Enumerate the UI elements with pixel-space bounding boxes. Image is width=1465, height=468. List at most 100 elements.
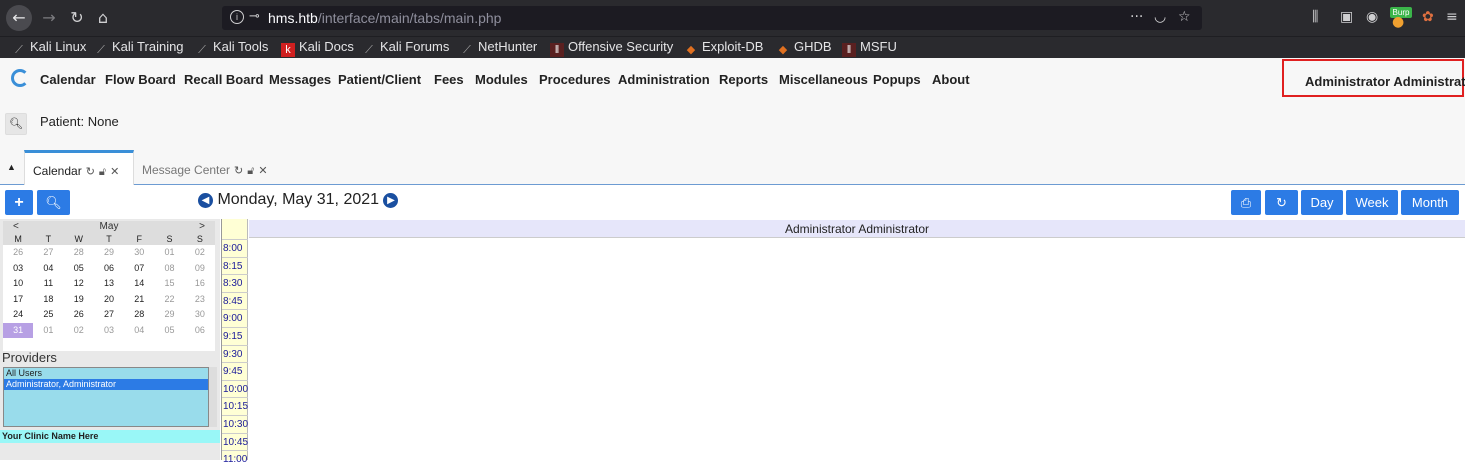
calendar-day[interactable]: 09	[185, 261, 215, 277]
bookmark-kali-forums[interactable]: ⟋ Kali Forums	[362, 39, 449, 57]
extension-icon[interactable]: ✿	[1422, 9, 1434, 25]
star-icon[interactable]: ☆	[1178, 9, 1191, 25]
calendar-day[interactable]: 31	[3, 322, 34, 338]
close-icon[interactable]: ✕	[258, 164, 267, 177]
time-slot[interactable]: 8:00	[222, 239, 248, 257]
calendar-day[interactable]: 16	[185, 276, 215, 292]
time-slot[interactable]: 8:15	[222, 256, 248, 275]
time-slot[interactable]: 10:30	[222, 415, 248, 433]
refresh-icon[interactable]: ↻	[86, 165, 95, 178]
library-icon[interactable]: ⫼	[1312, 9, 1318, 25]
calendar-day[interactable]: 06	[185, 323, 215, 339]
calendar-day[interactable]: 02	[185, 245, 215, 261]
calendar-day[interactable]: 05	[154, 323, 184, 339]
calendar-day[interactable]: 06	[94, 261, 124, 277]
bookmark-kali-tools[interactable]: ⟋ Kali Tools	[195, 39, 268, 57]
calendar-day[interactable]: 30	[124, 245, 154, 261]
patient-search-button[interactable]: 🔍︎	[5, 113, 27, 135]
print-button[interactable]: ⎙	[1231, 190, 1261, 215]
calendar-day[interactable]: 28	[64, 245, 94, 261]
time-slot[interactable]: 10:45	[222, 432, 248, 451]
time-slot[interactable]: 8:30	[222, 274, 248, 292]
close-icon[interactable]: ✕	[110, 165, 119, 178]
calendar-day[interactable]: 03	[94, 323, 124, 339]
info-icon[interactable]: i	[230, 10, 244, 24]
refresh-button[interactable]: ↻	[1265, 190, 1298, 215]
home-icon[interactable]: ⌂	[92, 7, 114, 29]
bookmark-kali-docs[interactable]: k Kali Docs	[281, 39, 354, 57]
more-icon[interactable]: ···	[1130, 9, 1143, 25]
time-slot[interactable]: 9:30	[222, 344, 248, 363]
menu-flow-board[interactable]: Flow Board	[105, 72, 176, 87]
bookmark-msfu[interactable]: ‖ MSFU	[842, 39, 897, 57]
calendar-search-button[interactable]: 🔍︎	[37, 190, 70, 215]
menu-procedures[interactable]: Procedures	[539, 72, 611, 87]
calendar-day[interactable]: 29	[154, 307, 184, 323]
calendar-day[interactable]: 11	[33, 276, 63, 292]
calendar-day[interactable]: 02	[64, 323, 94, 339]
calendar-day[interactable]: 05	[64, 261, 94, 277]
provider-option[interactable]: All Users	[4, 368, 208, 379]
time-slot[interactable]: 8:45	[222, 291, 248, 310]
hamburger-icon[interactable]: ≡	[1446, 9, 1458, 25]
provider-option[interactable]: Administrator, Administrator	[4, 379, 208, 390]
calendar-day[interactable]: 13	[94, 276, 124, 292]
tab-message-center[interactable]: Message Center ↻ 🔓︎ ✕	[142, 150, 268, 185]
calendar-day[interactable]: 30	[185, 307, 215, 323]
key-icon[interactable]: ⊸	[249, 9, 260, 24]
add-event-button[interactable]: +	[5, 190, 33, 215]
calendar-day[interactable]: 18	[33, 292, 63, 308]
menu-popups[interactable]: Popups	[873, 72, 921, 87]
providers-scrollbar[interactable]	[209, 367, 217, 427]
refresh-icon[interactable]: ↻	[234, 164, 243, 177]
calendar-day[interactable]: 27	[94, 307, 124, 323]
calendar-day[interactable]: 03	[3, 261, 33, 277]
calendar-day[interactable]: 10	[3, 276, 33, 292]
user-menu[interactable]: Administrator Administrator	[1282, 59, 1465, 97]
bookmark-kali-training[interactable]: ⟋ Kali Training	[94, 39, 183, 57]
bookmark-offensive-security[interactable]: ‖ Offensive Security	[550, 39, 673, 57]
calendar-day[interactable]: 24	[3, 307, 33, 323]
sidebar-icon[interactable]: ▣	[1340, 9, 1353, 25]
week-view-button[interactable]: Week	[1346, 190, 1398, 215]
calendar-day[interactable]: 12	[64, 276, 94, 292]
menu-fees[interactable]: Fees	[434, 72, 464, 87]
calendar-day[interactable]: 04	[33, 261, 63, 277]
prev-day-icon[interactable]: ◀	[198, 193, 213, 208]
tab-calendar[interactable]: Calendar ↻ 🔓︎ ✕	[24, 150, 134, 185]
calendar-day[interactable]: 01	[154, 245, 184, 261]
app-logo-icon[interactable]	[11, 69, 29, 87]
menu-reports[interactable]: Reports	[719, 72, 768, 87]
menu-administration[interactable]: Administration	[618, 72, 710, 87]
calendar-day[interactable]: 28	[124, 307, 154, 323]
bookmark-ghdb[interactable]: ◆ GHDB	[776, 39, 832, 57]
calendar-day[interactable]: 29	[94, 245, 124, 261]
calendar-day[interactable]: 23	[185, 292, 215, 308]
bookmark-nethunter[interactable]: ⟋ NetHunter	[460, 39, 537, 57]
menu-about[interactable]: About	[932, 72, 970, 87]
calendar-day[interactable]: 01	[33, 323, 63, 339]
providers-list[interactable]: All Users Administrator, Administrator	[3, 367, 209, 427]
month-view-button[interactable]: Month	[1401, 190, 1459, 215]
calendar-day[interactable]: 08	[154, 261, 184, 277]
back-icon[interactable]: ←	[6, 5, 32, 31]
bookmark-exploit-db[interactable]: ◆ Exploit-DB	[684, 39, 764, 57]
bookmark-kali-linux[interactable]: ⟋ Kali Linux	[12, 39, 86, 57]
calendar-day[interactable]: 07	[124, 261, 154, 277]
menu-miscellaneous[interactable]: Miscellaneous	[779, 72, 868, 87]
mini-prev-month[interactable]: <	[13, 221, 19, 232]
calendar-day[interactable]: 17	[3, 292, 33, 308]
calendar-day[interactable]: 27	[33, 245, 63, 261]
time-slot[interactable]: 11:00	[222, 450, 248, 468]
pocket-icon[interactable]: ◡	[1154, 9, 1166, 25]
burp-icon[interactable]: ●	[1392, 14, 1404, 30]
menu-recall-board[interactable]: Recall Board	[184, 72, 263, 87]
calendar-day[interactable]: 22	[154, 292, 184, 308]
forward-icon[interactable]: →	[38, 7, 60, 29]
calendar-day[interactable]: 19	[64, 292, 94, 308]
time-slot[interactable]: 10:00	[222, 379, 248, 398]
menu-messages[interactable]: Messages	[269, 72, 331, 87]
calendar-day[interactable]: 04	[124, 323, 154, 339]
menu-patient-client[interactable]: Patient/Client	[338, 72, 421, 87]
time-slot[interactable]: 9:00	[222, 309, 248, 327]
